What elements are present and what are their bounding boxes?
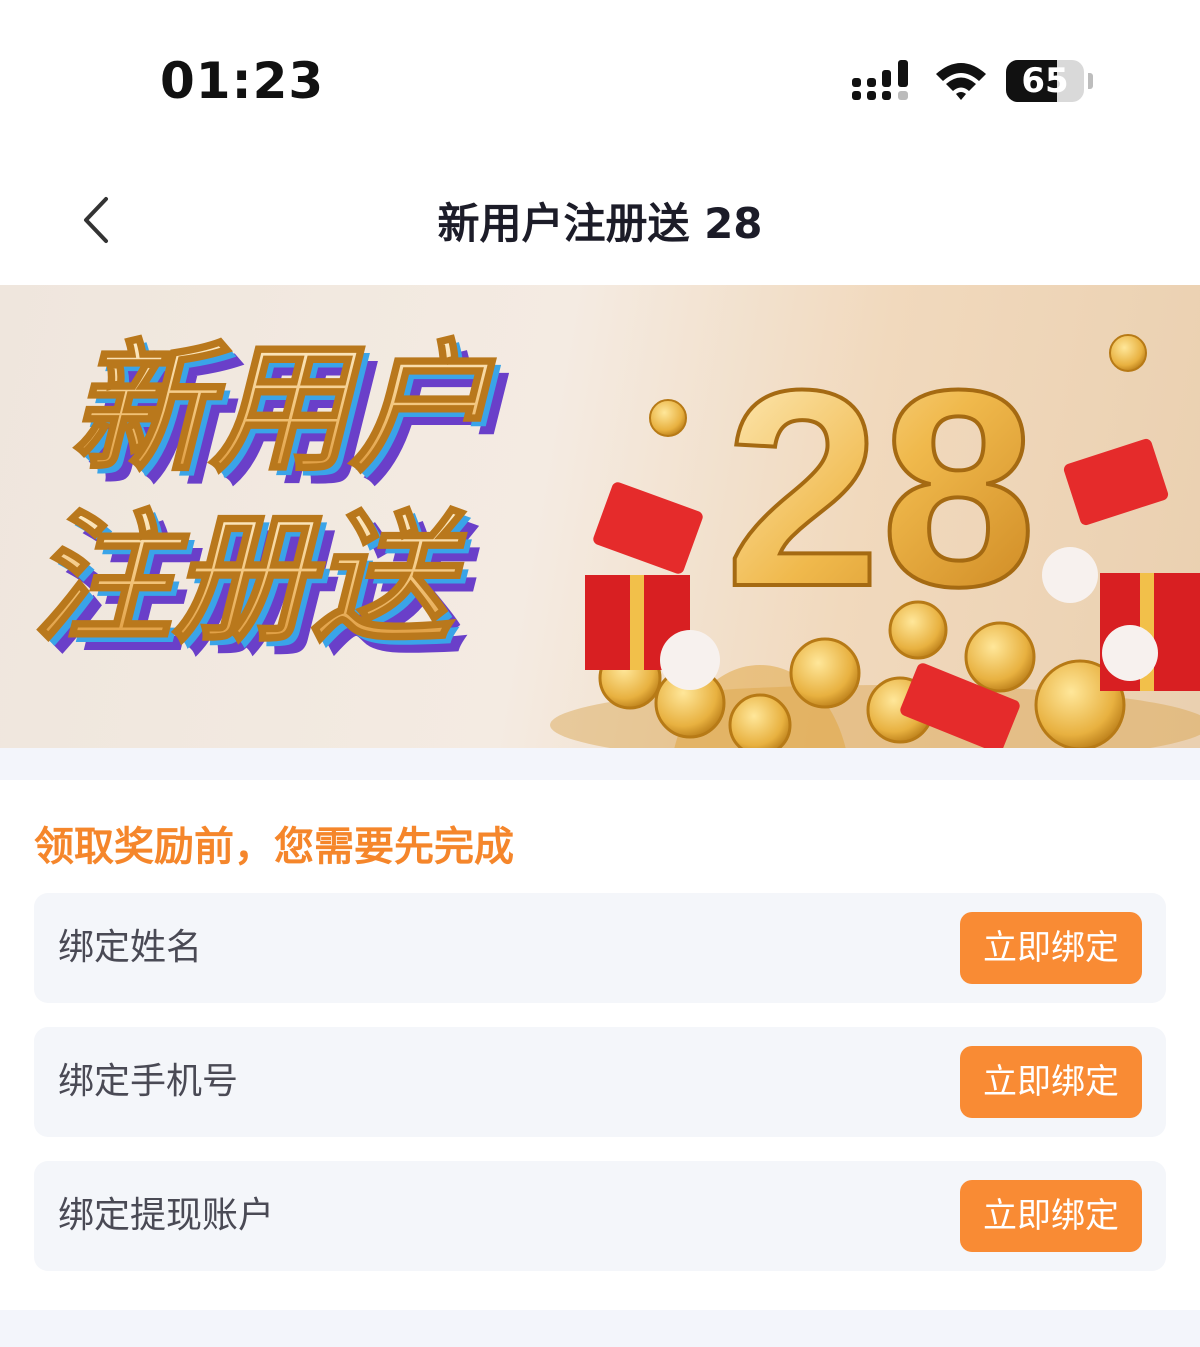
- bind-phone-button[interactable]: 立即绑定: [960, 1046, 1142, 1118]
- bind-name-button[interactable]: 立即绑定: [960, 912, 1142, 984]
- status-time: 01:23: [160, 52, 325, 110]
- promo-banner: 28 新用户 新用户 新用户 注册送 注册送 注册送: [0, 285, 1200, 748]
- task-label: 绑定姓名: [58, 927, 203, 968]
- task-label: 绑定提现账户: [58, 1195, 275, 1236]
- signal-icon: [852, 60, 908, 100]
- task-row-bind-name: 绑定姓名 立即绑定: [34, 893, 1166, 1003]
- task-row-bind-phone: 绑定手机号 立即绑定: [34, 1027, 1166, 1137]
- chevron-left-icon: [84, 197, 108, 243]
- battery-level: 65: [1021, 61, 1069, 101]
- banner-amount: 28: [725, 333, 1036, 645]
- promo-banner-art: 28 新用户 新用户 新用户 注册送 注册送 注册送: [31, 327, 1200, 748]
- wifi-icon: [936, 63, 986, 100]
- task-card: 领取奖励前，您需要先完成 绑定姓名 立即绑定 绑定手机号 立即绑定 绑定提现账户…: [0, 780, 1200, 1310]
- bind-account-button[interactable]: 立即绑定: [960, 1180, 1142, 1252]
- battery-icon: 65: [1006, 60, 1084, 102]
- svg-text:注册送: 注册送: [32, 498, 466, 661]
- status-bar: 01:23 65: [0, 0, 1200, 160]
- task-row-bind-account: 绑定提现账户 立即绑定: [34, 1161, 1166, 1271]
- task-heading: 领取奖励前，您需要先完成: [34, 824, 514, 870]
- banner-headline: 新用户 新用户 新用户 注册送 注册送 注册送: [31, 327, 511, 676]
- svg-text:新用户: 新用户: [70, 328, 496, 491]
- nav-bar: 新用户注册送 28: [0, 160, 1200, 285]
- back-button[interactable]: [70, 190, 120, 250]
- page-title: 新用户注册送 28: [437, 199, 763, 248]
- battery-cap: [1088, 73, 1093, 89]
- task-label: 绑定手机号: [58, 1061, 239, 1102]
